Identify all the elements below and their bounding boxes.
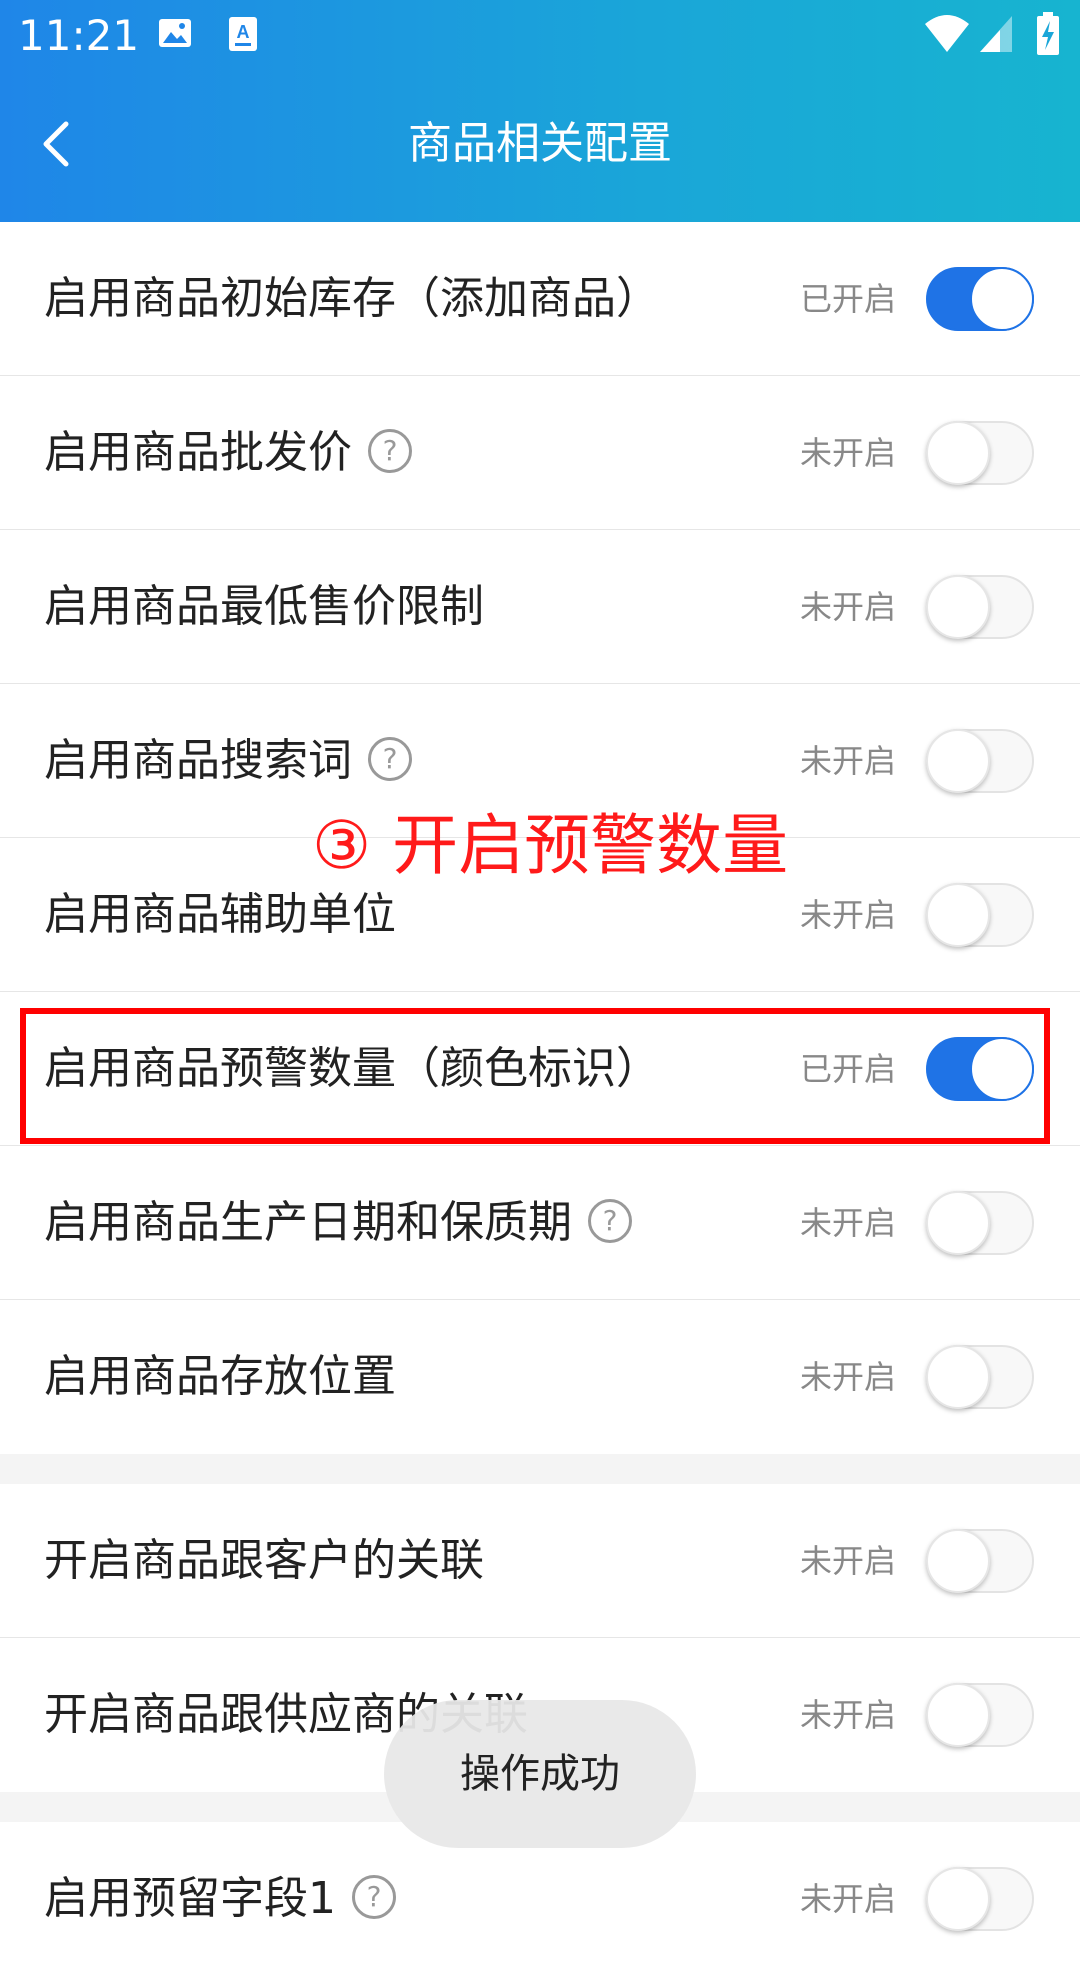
setting-toggle[interactable]	[926, 883, 1034, 947]
group-separator	[0, 1454, 1080, 1484]
toggle-knob	[970, 267, 1034, 331]
setting-label-wrap: 启用商品存放位置	[44, 1300, 396, 1454]
toggle-knob	[926, 1683, 990, 1747]
setting-status: 未开启	[799, 588, 896, 626]
svg-text:A: A	[237, 22, 250, 42]
setting-label-wrap: 启用商品最低售价限制	[44, 530, 484, 684]
battery-charging-icon	[1036, 12, 1060, 60]
setting-label: 启用商品最低售价限制	[44, 581, 484, 632]
page-title: 商品相关配置	[408, 118, 672, 169]
step-annotation: ③ 开启预警数量	[312, 807, 789, 884]
help-icon[interactable]: ?	[588, 1199, 632, 1243]
setting-label-wrap: 启用商品批发价?	[44, 376, 412, 530]
toggle-knob	[926, 421, 990, 485]
setting-label: 开启商品跟客户的关联	[44, 1535, 484, 1586]
font-icon: A	[228, 16, 258, 56]
setting-row: 启用商品存放位置 未开启	[0, 1300, 1080, 1454]
toggle-knob	[926, 883, 990, 947]
signal-icon	[978, 14, 1014, 58]
setting-status: 已开启	[799, 280, 896, 318]
help-icon[interactable]: ?	[352, 1875, 396, 1919]
setting-label: 启用商品初始库存（添加商品）	[44, 273, 660, 324]
setting-toggle[interactable]	[926, 575, 1034, 639]
setting-row: 启用商品最低售价限制 未开启	[0, 530, 1080, 684]
help-icon[interactable]: ?	[368, 429, 412, 473]
highlight-box	[20, 1008, 1050, 1144]
setting-label: 启用预留字段1	[44, 1873, 336, 1924]
status-bar: 11:21 A	[0, 0, 1080, 72]
setting-toggle[interactable]	[926, 1191, 1034, 1255]
image-icon	[158, 16, 192, 54]
setting-toggle[interactable]	[926, 1867, 1034, 1931]
setting-label-wrap: 开启商品跟客户的关联	[44, 1484, 484, 1638]
setting-label-wrap: 启用预留字段1?	[44, 1822, 396, 1976]
header-bar: 11:21 A 商品相关配置	[0, 0, 1080, 222]
setting-status: 未开启	[799, 434, 896, 472]
toggle-knob	[926, 575, 990, 639]
setting-status: 未开启	[799, 1358, 896, 1396]
toggle-knob	[926, 1867, 990, 1931]
setting-row: 启用商品生产日期和保质期? 未开启	[0, 1146, 1080, 1300]
setting-status: 未开启	[799, 896, 896, 934]
setting-row: 启用商品批发价? 未开启	[0, 376, 1080, 530]
setting-status: 未开启	[799, 742, 896, 780]
setting-status: 未开启	[799, 1696, 896, 1734]
setting-row: 开启商品跟客户的关联 未开启	[0, 1484, 1080, 1638]
toggle-knob	[926, 1529, 990, 1593]
status-time: 11:21	[18, 11, 140, 60]
setting-status: 未开启	[799, 1880, 896, 1918]
toggle-knob	[926, 1191, 990, 1255]
setting-label: 启用商品辅助单位	[44, 889, 396, 940]
setting-label: 启用商品存放位置	[44, 1351, 396, 1402]
setting-row: 启用商品初始库存（添加商品） 已开启	[0, 222, 1080, 376]
toast-message: 操作成功	[384, 1700, 696, 1848]
setting-toggle[interactable]	[926, 421, 1034, 485]
nav-bar: 商品相关配置	[0, 90, 1080, 200]
setting-toggle[interactable]	[926, 729, 1034, 793]
setting-toggle[interactable]	[926, 1683, 1034, 1747]
setting-label-wrap: 启用商品生产日期和保质期?	[44, 1146, 632, 1300]
setting-label: 启用商品生产日期和保质期	[44, 1197, 572, 1248]
setting-label: 启用商品搜索词	[44, 735, 352, 786]
wifi-icon	[924, 14, 970, 58]
setting-label: 启用商品批发价	[44, 427, 352, 478]
help-icon[interactable]: ?	[368, 737, 412, 781]
toggle-knob	[926, 1345, 990, 1409]
setting-toggle[interactable]	[926, 1529, 1034, 1593]
setting-status: 未开启	[799, 1542, 896, 1580]
setting-label-wrap: 启用商品初始库存（添加商品）	[44, 222, 660, 376]
setting-status: 未开启	[799, 1204, 896, 1242]
setting-toggle[interactable]	[926, 1345, 1034, 1409]
toggle-knob	[926, 729, 990, 793]
setting-toggle[interactable]	[926, 267, 1034, 331]
